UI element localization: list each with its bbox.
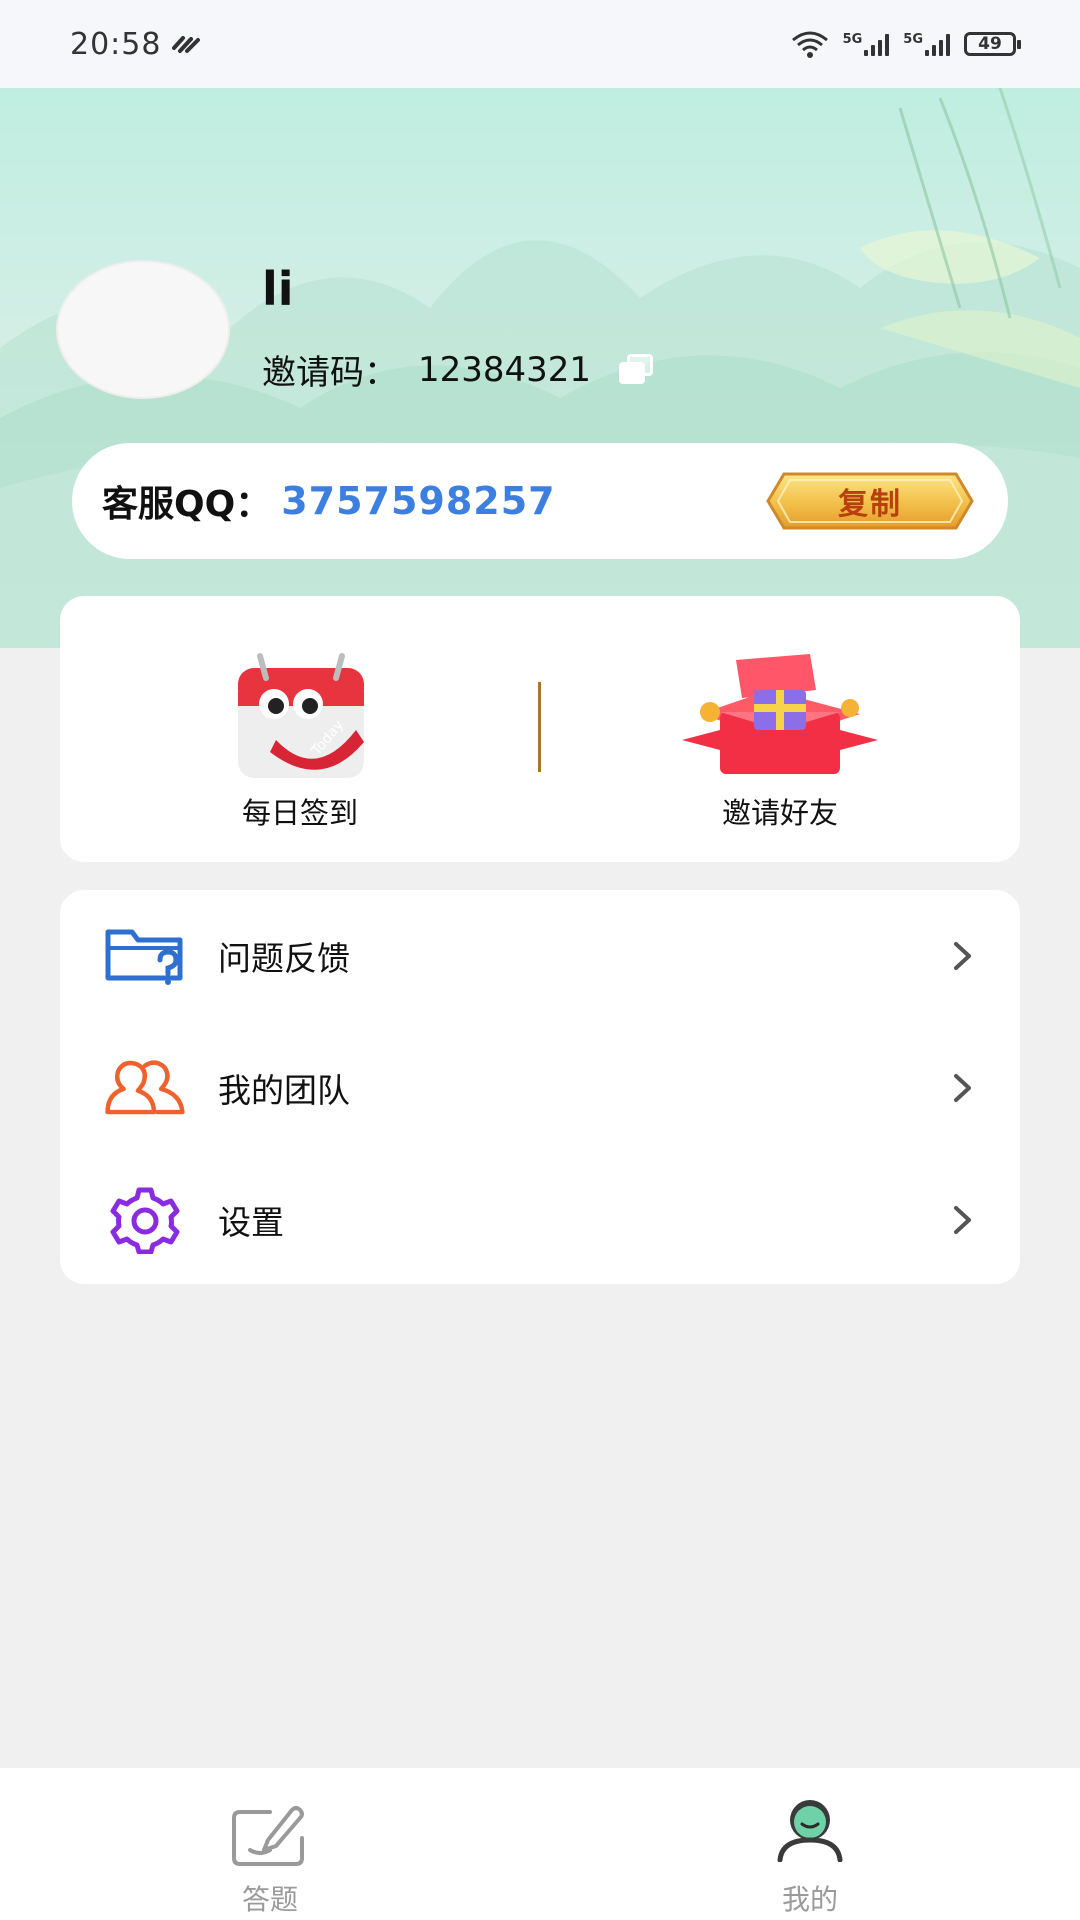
- invite-friends-label: 邀请好友: [721, 796, 838, 830]
- copy-qq-button[interactable]: 复制: [766, 470, 974, 532]
- tab-mine-label: 我的: [781, 1883, 838, 1916]
- customer-service-label: 客服QQ：: [102, 484, 272, 525]
- gift-box-icon: [682, 654, 878, 774]
- battery-icon: 49: [964, 32, 1021, 56]
- tab-answer[interactable]: 答题: [170, 1768, 370, 1920]
- network-type-2: 5G: [903, 32, 923, 47]
- customer-service-qq-bar: 客服QQ： 3757598257 复制: [72, 443, 1008, 559]
- battery-level: 49: [978, 34, 1002, 54]
- tab-mine[interactable]: 我的: [710, 1768, 910, 1920]
- notification-app-icon: [172, 36, 201, 53]
- customer-service-qq-number: 3757598257: [281, 479, 556, 523]
- copy-qq-label: 复制: [838, 487, 902, 522]
- menu-item-settings[interactable]: 设置: [60, 1154, 1020, 1286]
- profile-avatar-icon: [777, 1800, 843, 1862]
- chevron-right-icon: [954, 1206, 971, 1234]
- team-users-icon: [105, 1060, 185, 1115]
- wifi-icon: [791, 31, 828, 58]
- folder-question-icon: [105, 929, 183, 985]
- menu-card: 问题反馈 我的团队 设置: [60, 890, 1020, 1284]
- username: li: [262, 262, 294, 316]
- status-time: 20:58: [70, 26, 162, 62]
- menu-item-my-team-label: 我的团队: [218, 1071, 350, 1110]
- menu-item-settings-label: 设置: [218, 1203, 284, 1242]
- quick-actions-card: Today 每日签到 邀请好友: [60, 596, 1020, 862]
- invite-code-value: 12384321: [418, 349, 592, 390]
- status-bar: 20:58 5G 5G 49: [0, 0, 1080, 88]
- daily-checkin-label: 每日签到: [241, 796, 358, 830]
- signal-bars-icon: [925, 32, 950, 56]
- invite-code-label: 邀请码：: [262, 353, 398, 393]
- cell-signal-2: 5G: [903, 32, 950, 56]
- bottom-tab-bar: 答题 我的: [0, 1768, 1080, 1920]
- daily-checkin-button[interactable]: Today 每日签到: [60, 596, 540, 862]
- settings-gear-icon: [110, 1187, 180, 1254]
- signal-bars-icon: [864, 32, 890, 56]
- invite-friends-button[interactable]: 邀请好友: [540, 596, 1020, 862]
- status-time-group: 20:58: [70, 27, 201, 62]
- chevron-right-icon: [954, 942, 971, 970]
- network-type-1: 5G: [842, 32, 863, 47]
- edit-quiz-icon: [232, 1806, 304, 1866]
- menu-item-feedback[interactable]: 问题反馈: [60, 890, 1020, 1022]
- calendar-today-icon: Today: [238, 653, 364, 778]
- menu-item-feedback-label: 问题反馈: [218, 939, 350, 978]
- status-indicators: 5G 5G 49: [791, 30, 1021, 58]
- tab-answer-label: 答题: [241, 1883, 298, 1916]
- chevron-right-icon: [954, 1074, 971, 1102]
- cell-signal-1: 5G: [843, 32, 890, 56]
- menu-item-my-team[interactable]: 我的团队: [60, 1022, 1020, 1154]
- invite-code-row: 邀请码： 12384321: [262, 345, 657, 394]
- user-avatar[interactable]: [56, 260, 230, 399]
- copy-invite-code-icon[interactable]: [617, 353, 657, 386]
